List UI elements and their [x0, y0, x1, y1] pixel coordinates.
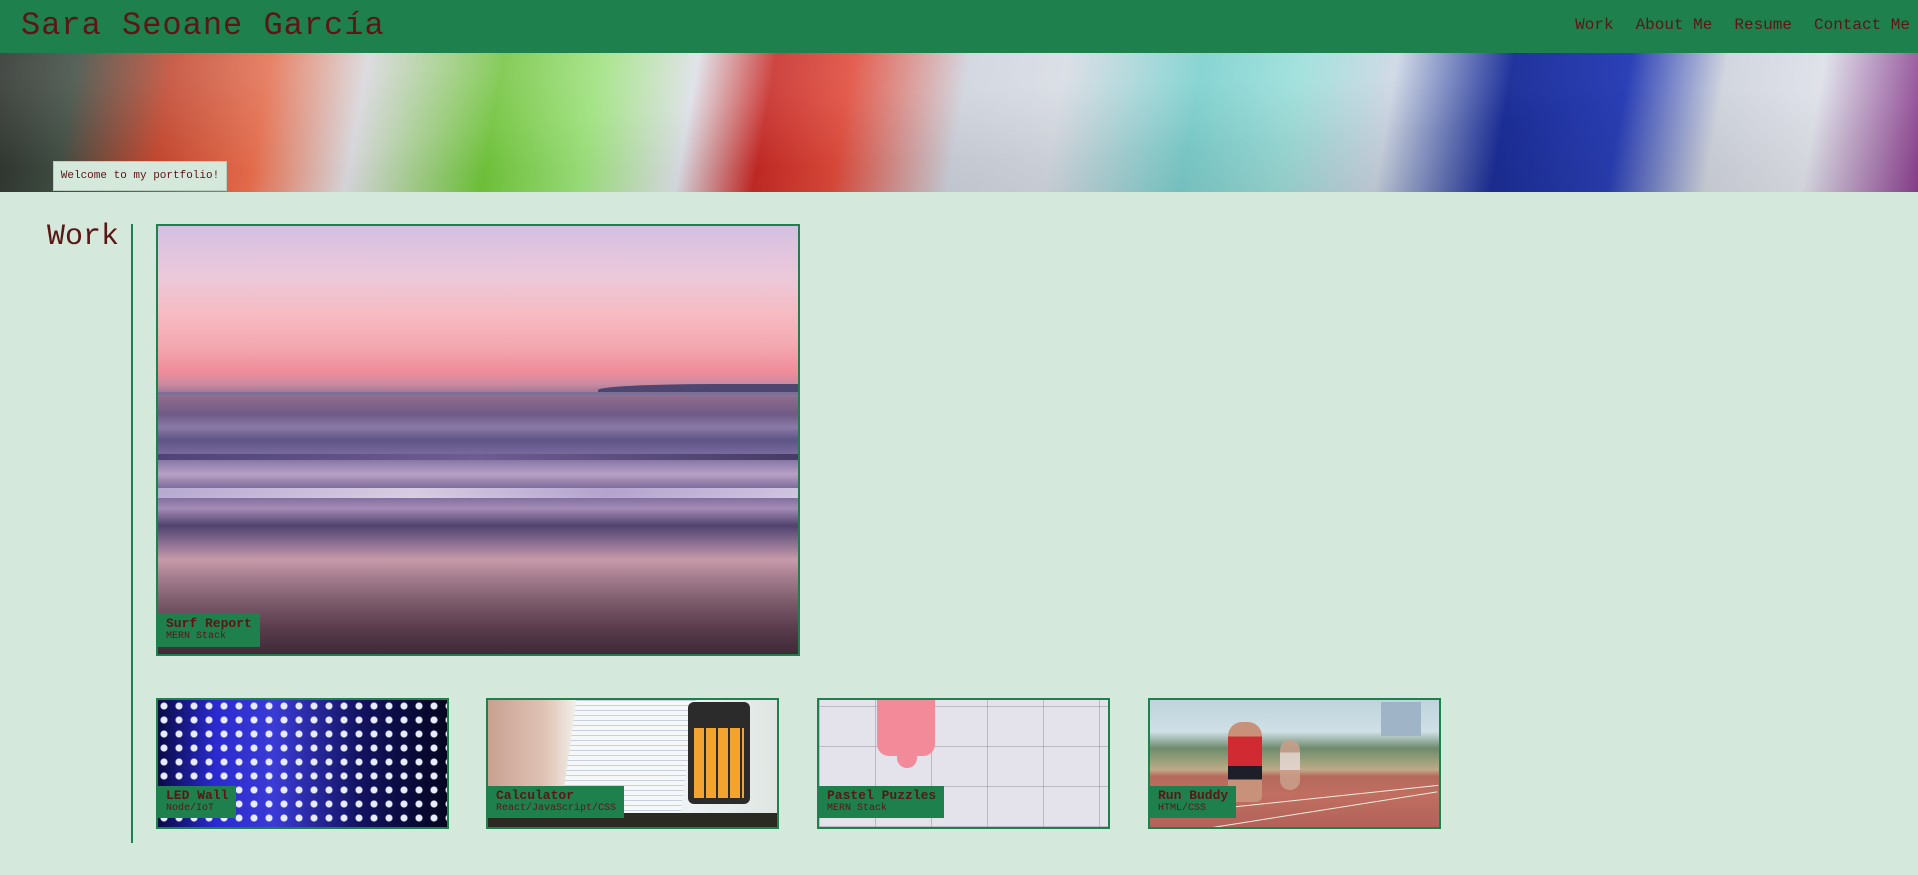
project-caption: Surf Report MERN Stack: [158, 613, 260, 647]
project-caption: LED Wall Node/IoT: [158, 786, 237, 818]
project-caption: Pastel Puzzles MERN Stack: [819, 786, 945, 818]
runner: [1280, 740, 1300, 790]
wave-shadow: [158, 454, 798, 460]
project-caption: Run Buddy HTML/CSS: [1150, 786, 1237, 818]
calculator-keys: [694, 728, 744, 798]
project-stack: Node/IoT: [166, 803, 215, 814]
welcome-message: Welcome to my portfolio!: [53, 161, 227, 191]
project-stack: HTML/CSS: [1158, 803, 1207, 814]
project-card-led-wall[interactable]: LED Wall Node/IoT: [156, 698, 449, 829]
work-section-title: Work: [47, 220, 120, 254]
project-stack: MERN Stack: [827, 803, 888, 814]
hero-banner: Welcome to my portfolio!: [0, 53, 1918, 192]
site-header: Sara Seoane García Work About Me Resume …: [0, 0, 1918, 53]
project-card-pastel-puzzles[interactable]: Pastel Puzzles MERN Stack: [817, 698, 1110, 829]
project-image-surf: [158, 226, 798, 654]
site-title: Sara Seoane García: [21, 7, 385, 44]
project-title: Pastel Puzzles: [827, 788, 937, 803]
project-title: Run Buddy: [1158, 788, 1229, 803]
project-card-calculator[interactable]: Calculator React/JavaScript/CSS: [486, 698, 779, 829]
project-title: LED Wall: [166, 788, 229, 803]
project-card-surf-report[interactable]: Surf Report MERN Stack: [156, 224, 800, 656]
project-stack: MERN Stack: [166, 631, 227, 642]
hero-image: [0, 53, 1918, 192]
wave-crest: [158, 488, 798, 498]
nav-link-about-me[interactable]: About Me: [1636, 16, 1713, 34]
project-caption: Calculator React/JavaScript/CSS: [488, 786, 625, 818]
section-divider: [131, 224, 133, 843]
main-nav: Work About Me Resume Contact Me: [1575, 16, 1918, 34]
nav-link-contact-me[interactable]: Contact Me: [1814, 16, 1910, 34]
project-title: Calculator: [496, 788, 575, 803]
nav-link-work[interactable]: Work: [1575, 16, 1613, 34]
horizon-line: [158, 392, 798, 395]
project-title: Surf Report: [166, 616, 252, 631]
building: [1381, 702, 1421, 736]
nav-link-resume[interactable]: Resume: [1734, 16, 1792, 34]
puzzle-knob: [897, 748, 917, 768]
page: Sara Seoane García Work About Me Resume …: [0, 0, 1918, 875]
project-card-run-buddy[interactable]: Run Buddy HTML/CSS: [1148, 698, 1441, 829]
project-stack: React/JavaScript/CSS: [496, 803, 617, 814]
